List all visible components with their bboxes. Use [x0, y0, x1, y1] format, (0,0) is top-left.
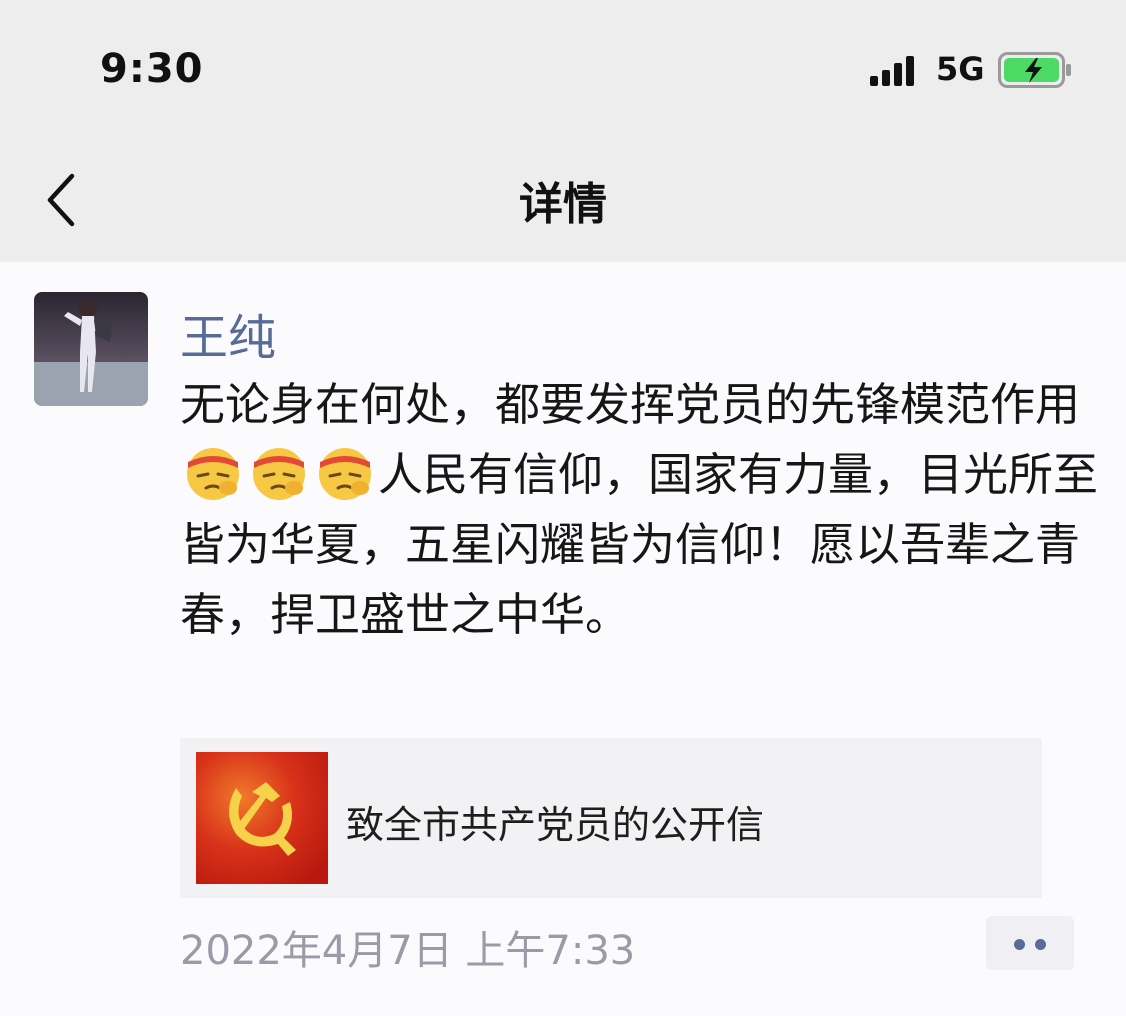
author-name[interactable]: 王纯 [180, 298, 276, 368]
determined-face-emoji-icon [319, 448, 371, 500]
status-time: 9:30 [100, 46, 204, 92]
more-dots-icon [1014, 939, 1025, 950]
party-emblem-icon [196, 752, 328, 884]
post-text-part-1: 无论身在何处，都要发挥党员的先锋模范作用 [180, 378, 1081, 431]
post-detail: 王纯 无论身在何处，都要发挥党员的先锋模范作用人民有信仰，国家有力量，目光所至皆… [0, 262, 1126, 1016]
link-card-title: 致全市共产党员的公开信 [346, 803, 765, 847]
determined-face-emoji-icon [187, 448, 239, 500]
more-button[interactable] [986, 916, 1074, 970]
link-card[interactable]: 致全市共产党员的公开信 [180, 738, 1042, 898]
post-timestamp: 2022年4月7日 上午7:33 [180, 928, 636, 974]
avatar[interactable] [34, 292, 148, 406]
battery-charging-icon [998, 52, 1071, 88]
top-bar: 9:30 5G 详情 [0, 0, 1126, 262]
network-label: 5G [936, 50, 985, 88]
determined-face-emoji-icon [253, 448, 305, 500]
signal-icon [870, 56, 914, 86]
post-text: 无论身在何处，都要发挥党员的先锋模范作用人民有信仰，国家有力量，目光所至皆为华夏… [180, 370, 1100, 650]
more-dots-icon [1035, 939, 1046, 950]
page-title: 详情 [519, 179, 607, 230]
